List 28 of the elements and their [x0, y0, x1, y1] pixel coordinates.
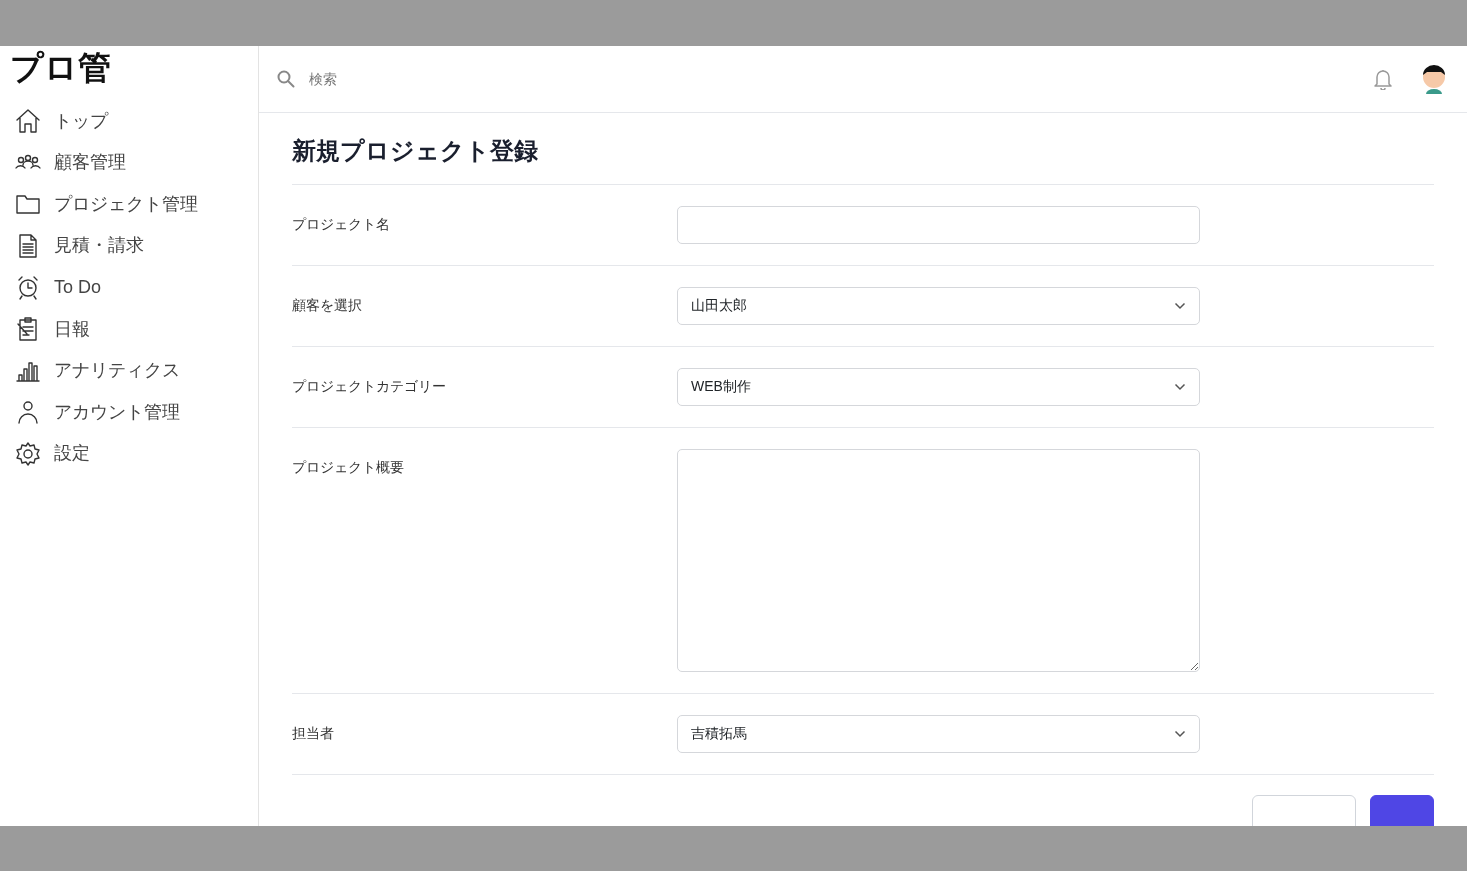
page-title: 新規プロジェクト登録: [292, 137, 1434, 185]
sidebar-item[interactable]: 日報: [10, 308, 248, 350]
bell-icon[interactable]: [1373, 68, 1393, 90]
field-label: プロジェクト名: [292, 214, 391, 234]
sidebar-item[interactable]: 設定: [10, 433, 248, 475]
chevron-icon: [1174, 729, 1186, 738]
field-label: プロジェクトカテゴリー: [292, 376, 447, 396]
select-field[interactable]: WEB制作: [677, 367, 1200, 406]
sidebar-item[interactable]: プロジェクト管理: [10, 183, 248, 226]
select-field[interactable]: 山田太郎: [677, 286, 1200, 325]
cancel-button[interactable]: [1252, 794, 1356, 826]
sidebar-item[interactable]: アナリティクス: [10, 349, 248, 392]
select-field[interactable]: 吉積拓馬: [677, 714, 1200, 753]
submit-button[interactable]: [1370, 794, 1434, 826]
sidebar-item[interactable]: 見積・請求: [10, 225, 248, 267]
sidebar-item[interactable]: To Do: [10, 266, 248, 309]
field-label: 顧客を選択: [292, 295, 363, 315]
app-logo: プロ管: [10, 50, 112, 87]
chevron-icon: [1174, 301, 1186, 310]
search-icon: [277, 70, 295, 88]
chevron-icon: [1174, 382, 1186, 391]
text-field[interactable]: [677, 205, 1200, 244]
field-label: プロジェクト概要: [292, 457, 405, 477]
sidebar-item[interactable]: 顧客管理: [10, 141, 248, 184]
home-icon: [14, 107, 42, 136]
sidebar-item[interactable]: トップ: [10, 100, 248, 142]
sidebar-item[interactable]: アカウント管理: [10, 391, 248, 434]
field-label: 担当者: [292, 723, 335, 743]
